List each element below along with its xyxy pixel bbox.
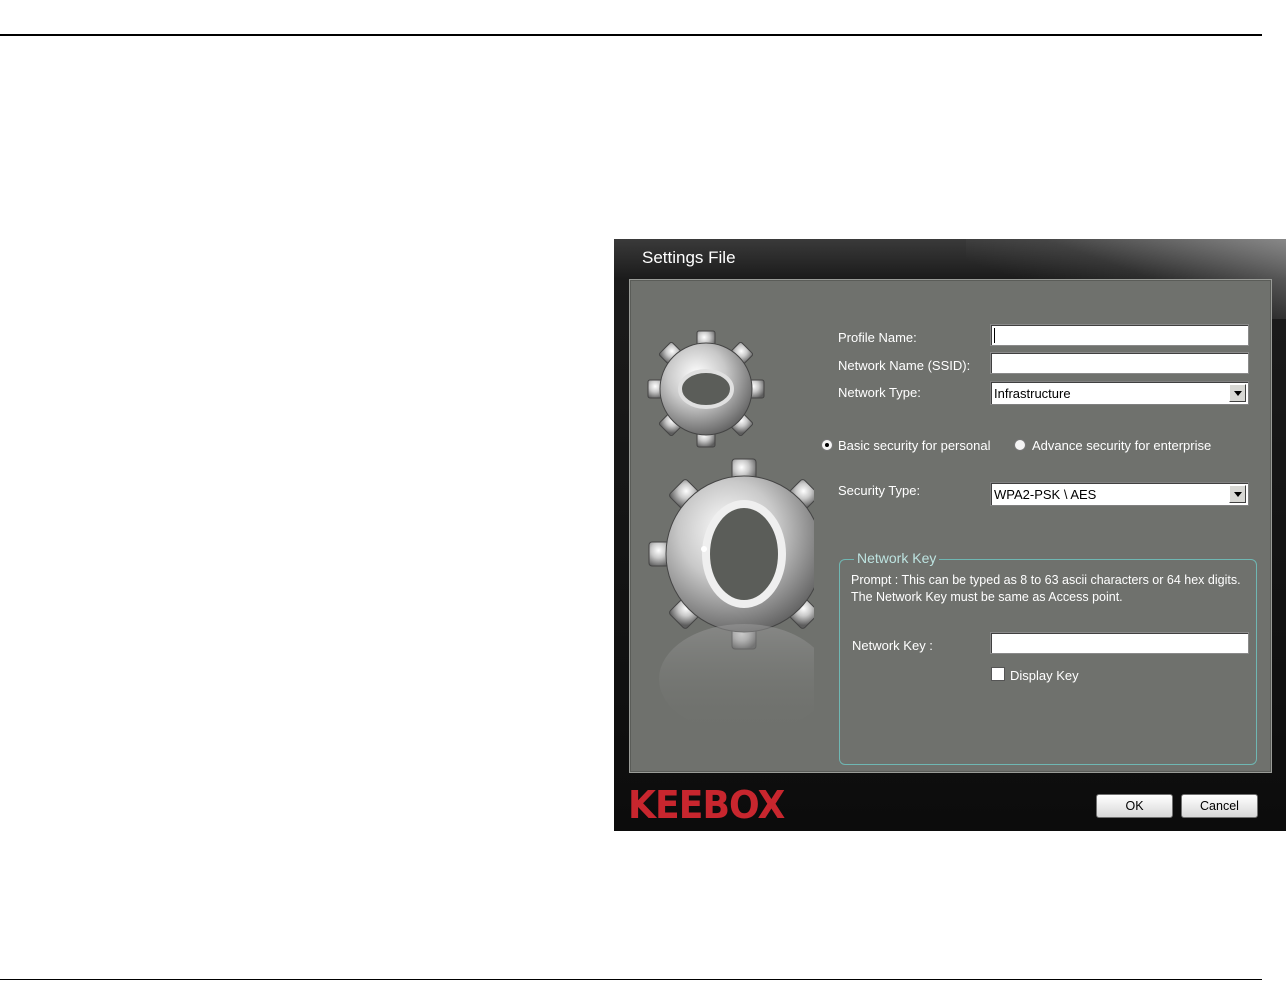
profile-name-input[interactable]: [990, 324, 1249, 346]
display-key-checkbox[interactable]: [991, 667, 1005, 681]
network-key-label: Network Key :: [852, 638, 933, 653]
network-type-label: Network Type:: [838, 385, 921, 400]
security-type-select[interactable]: WPA2-PSK \ AES: [990, 482, 1249, 506]
chevron-down-icon[interactable]: [1229, 485, 1246, 503]
basic-security-label[interactable]: Basic security for personal: [838, 438, 990, 453]
gears-icon: [647, 330, 814, 734]
advance-security-label[interactable]: Advance security for enterprise: [1032, 438, 1211, 453]
profile-name-label: Profile Name:: [838, 330, 917, 345]
network-type-value: Infrastructure: [994, 386, 1071, 401]
keebox-logo: KEEBOX: [628, 783, 785, 827]
page-top-rule-thin: [0, 34, 335, 35]
network-key-input[interactable]: [990, 632, 1249, 654]
ssid-label: Network Name (SSID):: [838, 358, 971, 373]
chevron-down-icon[interactable]: [1229, 384, 1246, 402]
ok-button[interactable]: OK: [1096, 794, 1173, 818]
network-type-select[interactable]: Infrastructure: [990, 381, 1249, 405]
text-caret: [994, 328, 995, 344]
network-key-legend: Network Key: [854, 550, 940, 566]
settings-file-dialog: Settings File Profile Name: Network Name…: [614, 239, 1286, 831]
advance-security-radio[interactable]: [1014, 439, 1026, 451]
cancel-button[interactable]: Cancel: [1181, 794, 1258, 818]
basic-security-radio[interactable]: [821, 439, 833, 451]
page-bottom-rule: [0, 979, 1262, 980]
display-key-label[interactable]: Display Key: [1010, 668, 1079, 683]
security-type-label: Security Type:: [838, 483, 921, 498]
network-key-prompt: Prompt : This can be typed as 8 to 63 as…: [851, 573, 1241, 604]
security-type-value: WPA2-PSK \ AES: [994, 487, 1097, 502]
dialog-title: Settings File: [642, 248, 736, 267]
ssid-input[interactable]: [990, 352, 1249, 374]
